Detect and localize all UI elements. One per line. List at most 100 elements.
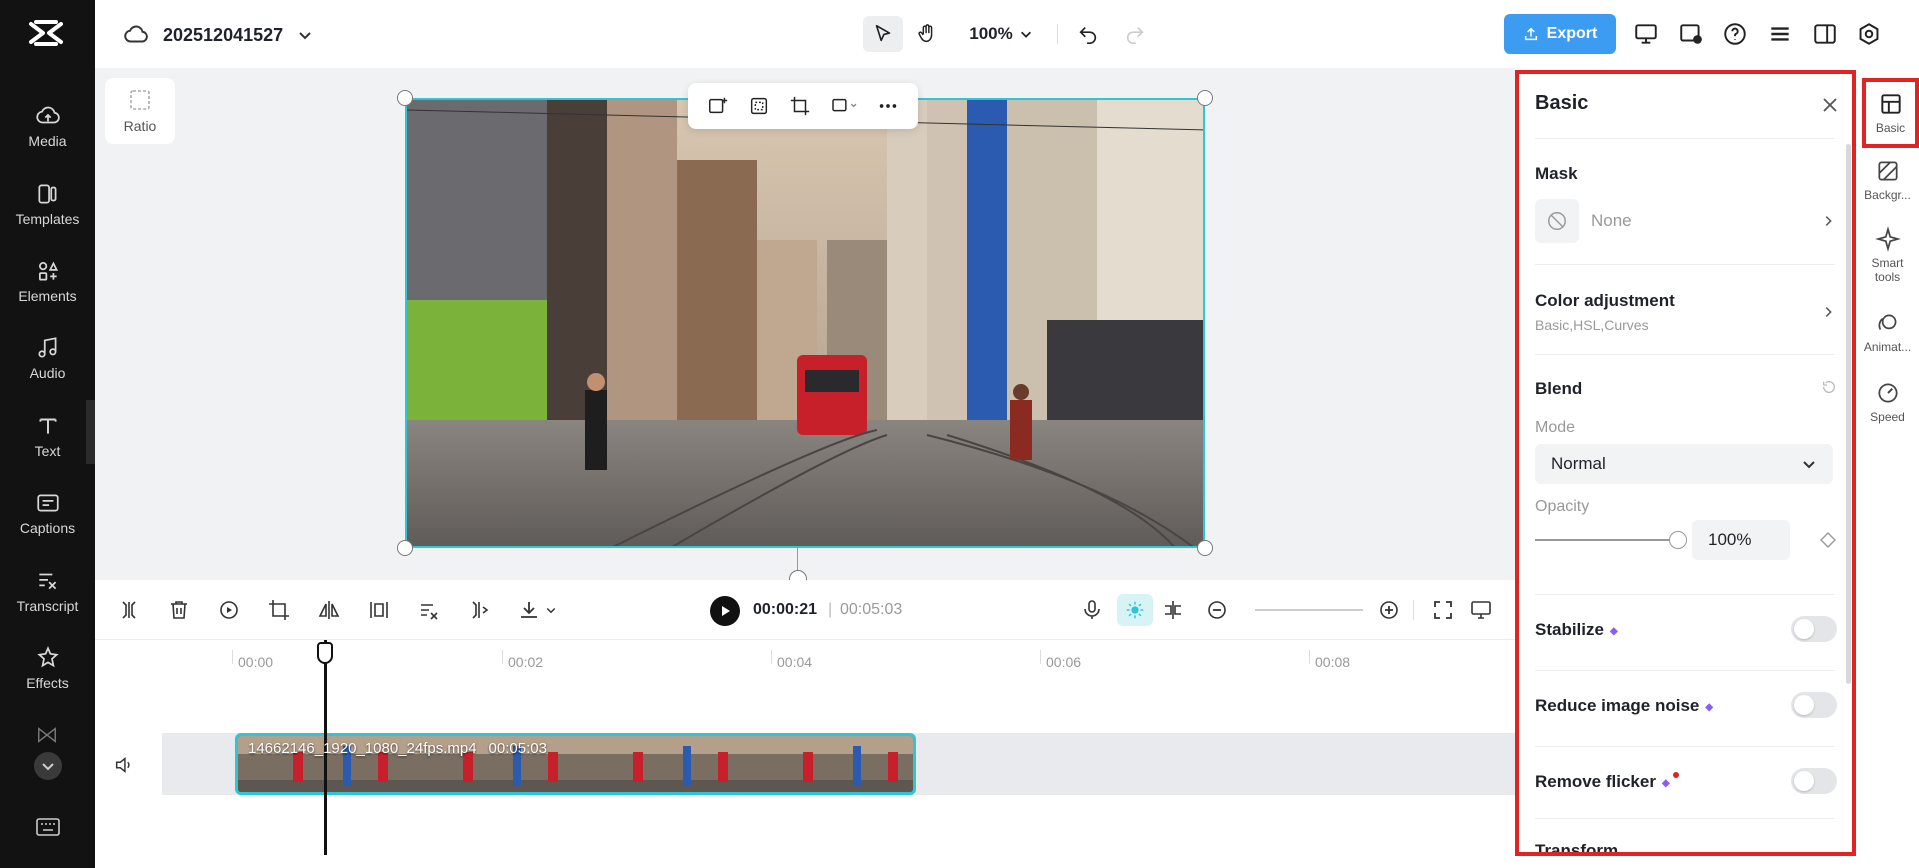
panel-scrollbar[interactable] xyxy=(1846,144,1851,684)
tab-animation[interactable]: Animat... xyxy=(1856,310,1919,354)
sidebar-item-elements[interactable]: Elements xyxy=(0,258,95,324)
tick-label: 00:00 xyxy=(238,654,274,670)
opacity-input[interactable]: 100% xyxy=(1692,520,1790,560)
sidebar-item-effects[interactable]: Effects xyxy=(0,645,95,711)
select-tool-button[interactable] xyxy=(863,16,903,52)
sidebar-item-media[interactable]: Media xyxy=(0,103,95,169)
preview-canvas[interactable]: Ratio xyxy=(95,68,1515,588)
background-remove-icon[interactable] xyxy=(830,95,858,117)
resize-handle[interactable] xyxy=(397,90,413,106)
tab-label: Smart tools xyxy=(1871,256,1904,284)
help-icon[interactable] xyxy=(1722,21,1748,47)
fullscreen-icon[interactable] xyxy=(1431,598,1455,622)
capcut-logo-icon[interactable] xyxy=(28,18,68,52)
mirror-icon[interactable] xyxy=(317,598,341,622)
link-icon[interactable] xyxy=(1161,598,1185,622)
video-clip[interactable]: 14662146_1920_1080_24fps.mp4 00:05:03 xyxy=(235,733,916,795)
sidebar-more-button[interactable] xyxy=(34,752,62,780)
fit-frame-icon[interactable] xyxy=(748,95,770,117)
effects-icon xyxy=(36,646,59,668)
clip-label: 14662146_1920_1080_24fps.mp4 00:05:03 xyxy=(248,740,547,757)
color-adjustment-section[interactable]: Color adjustment Basic,HSL,Curves xyxy=(1535,264,1835,354)
crop-icon[interactable] xyxy=(789,95,811,117)
reverse-icon[interactable] xyxy=(367,598,391,622)
settings-icon[interactable] xyxy=(1856,21,1882,47)
mask-value: None xyxy=(1591,211,1632,230)
tab-basic[interactable]: Basic xyxy=(1862,78,1919,148)
opacity-slider-knob[interactable] xyxy=(1669,531,1687,549)
opacity-label: Opacity xyxy=(1535,498,1590,515)
opacity-slider[interactable] xyxy=(1535,539,1677,541)
sidebar-item-captions[interactable]: Captions xyxy=(0,490,95,556)
tab-background[interactable]: Backgr... xyxy=(1856,158,1919,202)
zoom-slider[interactable] xyxy=(1255,609,1363,611)
stabilize-label: Stabilize xyxy=(1535,620,1604,639)
review-icon[interactable] xyxy=(1678,21,1704,47)
present-icon[interactable] xyxy=(1633,21,1659,47)
blend-title: Blend xyxy=(1535,379,1583,398)
speaker-icon[interactable] xyxy=(113,754,135,776)
export-button[interactable]: Export xyxy=(1504,14,1616,54)
transform-section[interactable]: Transform xyxy=(1535,818,1835,852)
cloud-sync-icon xyxy=(124,25,148,43)
tick-label: 00:06 xyxy=(1046,654,1082,670)
sidebar-item-text[interactable]: Text xyxy=(0,413,95,479)
layers-icon[interactable] xyxy=(1767,21,1793,47)
none-icon xyxy=(1535,199,1579,243)
project-title[interactable]: 202512041527 xyxy=(123,22,313,48)
tab-smart-tools[interactable]: Smart tools xyxy=(1856,226,1919,284)
chevron-down-icon xyxy=(42,763,54,771)
trim-icon[interactable] xyxy=(467,598,491,622)
timeline[interactable]: 00:00 00:02 00:04 00:06 00:08 14662146_1… xyxy=(95,640,1515,868)
remove-flicker-toggle[interactable] xyxy=(1791,768,1837,794)
right-tab-bar: Basic Backgr... Smart tools Animat... Sp… xyxy=(1856,70,1919,868)
download-dropdown[interactable] xyxy=(517,598,557,622)
reduce-noise-toggle[interactable] xyxy=(1791,692,1837,718)
sidebar-item-audio[interactable]: Audio xyxy=(0,335,95,401)
freeze-icon[interactable] xyxy=(217,598,241,622)
undo-button[interactable] xyxy=(1070,16,1106,52)
clip-filename: 14662146_1920_1080_24fps.mp4 xyxy=(248,740,477,757)
play-button[interactable] xyxy=(710,596,740,626)
tab-speed[interactable]: Speed xyxy=(1856,380,1919,424)
video-preview[interactable] xyxy=(405,98,1205,548)
more-icon[interactable] xyxy=(877,95,899,117)
reduce-noise-row: Reduce image noise ◆ xyxy=(1535,696,1835,716)
zoom-dropdown[interactable]: 100% xyxy=(963,16,1039,52)
sidebar-item-templates[interactable]: Templates xyxy=(0,181,95,247)
crop-icon[interactable] xyxy=(267,598,291,622)
panel-title: Basic xyxy=(1535,92,1589,114)
resize-handle[interactable] xyxy=(1197,90,1213,106)
zoom-out-icon[interactable] xyxy=(1205,598,1229,622)
resize-handle[interactable] xyxy=(397,540,413,556)
blend-mode-select[interactable]: Normal xyxy=(1535,444,1833,484)
playhead-handle[interactable] xyxy=(317,642,333,664)
sidebar-item-label: Audio xyxy=(29,365,66,381)
mask-selector[interactable]: None xyxy=(1535,198,1835,244)
filter-icon[interactable] xyxy=(36,724,58,746)
preview-mode-icon[interactable] xyxy=(1469,598,1493,622)
redo-button[interactable] xyxy=(1117,16,1153,52)
reset-icon[interactable] xyxy=(1821,379,1837,395)
replace-media-icon[interactable] xyxy=(707,95,729,117)
close-icon[interactable] xyxy=(1821,96,1839,114)
resize-handle[interactable] xyxy=(1197,540,1213,556)
keyframe-diamond-icon[interactable] xyxy=(1820,532,1836,548)
delete-icon[interactable] xyxy=(167,598,191,622)
ratio-button[interactable]: Ratio xyxy=(105,78,175,144)
zoom-in-icon[interactable] xyxy=(1377,598,1401,622)
divider xyxy=(1057,24,1058,44)
stabilize-toggle[interactable] xyxy=(1791,616,1837,642)
project-name: 202512041527 xyxy=(163,24,284,45)
panel-layout-icon[interactable] xyxy=(1812,21,1838,47)
left-sidebar: Media Templates Elements Audio Text Capt… xyxy=(0,0,95,868)
split-icon[interactable] xyxy=(117,598,141,622)
microphone-icon[interactable] xyxy=(1080,598,1104,622)
auto-snap-button[interactable] xyxy=(1117,594,1153,626)
blend-mode-value: Normal xyxy=(1551,454,1606,473)
sidebar-item-label: Captions xyxy=(19,520,76,536)
keyboard-shortcuts-button[interactable] xyxy=(34,815,62,839)
hand-tool-button[interactable] xyxy=(907,16,947,52)
audio-detach-icon[interactable] xyxy=(417,598,441,622)
sidebar-item-transcript[interactable]: Transcript xyxy=(0,568,95,634)
